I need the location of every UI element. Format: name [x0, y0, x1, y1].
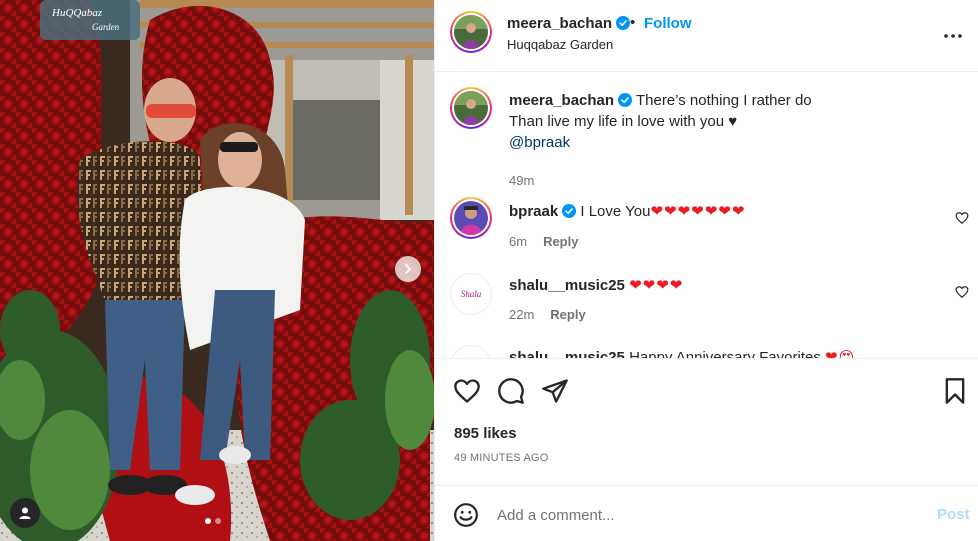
follow-button[interactable]: Follow — [644, 15, 692, 32]
comment-composer: Post — [435, 485, 978, 541]
verified-badge-icon — [618, 93, 633, 107]
avatar-image — [454, 15, 488, 49]
emoji-icon[interactable] — [453, 502, 479, 528]
post-actions: 895 likes 49 MINUTES AGO — [435, 358, 978, 488]
share-icon[interactable] — [541, 377, 569, 405]
avatar-logo: Shalu — [460, 289, 482, 299]
like-comment-heart-icon[interactable] — [955, 211, 969, 225]
avatar-image — [454, 91, 488, 125]
reply-button[interactable]: Reply — [550, 307, 585, 322]
likes-count[interactable]: 895 likes — [454, 425, 517, 442]
svg-text:Garden: Garden — [92, 22, 120, 32]
comments-list[interactable]: meera_bachan There’s nothing I rather do… — [435, 73, 978, 358]
comment-meta: 22m Reply — [509, 307, 586, 322]
comment-body: I Love You — [580, 203, 651, 220]
garden-sign: HuQQabaz Garden — [40, 0, 140, 40]
more-options-icon[interactable] — [941, 24, 965, 48]
post-photo[interactable]: HuQQabaz Garden — [0, 0, 434, 541]
avatar-image — [454, 201, 488, 235]
caption-text: meera_bachan There’s nothing I rather do… — [509, 90, 812, 153]
tagged-users-button[interactable] — [10, 498, 40, 528]
svg-text:HuQQabaz: HuQQabaz — [51, 7, 103, 19]
heart-icon[interactable] — [453, 377, 481, 405]
caption-line2: Than live my life in love with you ♥ — [509, 113, 738, 130]
reply-button[interactable]: Reply — [543, 234, 578, 249]
comment-avatar[interactable] — [450, 197, 492, 239]
header-separator: • — [630, 14, 636, 31]
comment-input[interactable] — [497, 503, 917, 527]
caption-line1: There’s nothing I rather do — [635, 92, 812, 109]
comment-text: shalu__music25 Happy Anniversary Favorit… — [509, 347, 855, 358]
carousel-dot — [215, 518, 221, 524]
comment-text: bpraak I Love You❤❤❤❤❤❤❤ — [509, 201, 745, 222]
comment-username[interactable]: shalu__music25 — [509, 349, 625, 358]
like-comment-heart-icon[interactable] — [955, 285, 969, 299]
comment-avatar[interactable]: Shalu — [450, 273, 492, 315]
bookmark-icon[interactable] — [941, 377, 969, 405]
author-avatar[interactable] — [450, 11, 492, 53]
verified-badge-icon — [562, 204, 577, 218]
comment-username[interactable]: shalu__music25 — [509, 277, 625, 294]
caption-meta: 49m — [509, 173, 534, 188]
comment-icon[interactable] — [497, 377, 525, 405]
comment-body: Happy Anniversary Favorites — [629, 349, 821, 358]
comment-hearts: ❤😍 — [825, 349, 856, 358]
caption-time[interactable]: 49m — [509, 173, 534, 188]
photo-scene: HuQQabaz Garden — [0, 0, 434, 541]
carousel-dot — [205, 518, 211, 524]
post-header: meera_bachan • Follow Huqqabaz Garden — [435, 0, 978, 72]
comment-text: shalu__music25 ❤❤❤❤ — [509, 275, 683, 296]
comment-time[interactable]: 22m — [509, 307, 534, 322]
comment-meta: 6m Reply — [509, 234, 578, 249]
caption-mention[interactable]: @bpraak — [509, 134, 570, 151]
author-username-text[interactable]: meera_bachan — [507, 15, 612, 32]
chevron-right-icon — [405, 264, 412, 274]
posted-time[interactable]: 49 MINUTES AGO — [454, 452, 549, 464]
comment-hearts: ❤❤❤❤ — [629, 277, 684, 294]
verified-badge-icon — [616, 16, 631, 30]
instagram-post: HuQQabaz Garden meera_bachan • Follow Hu… — [0, 0, 978, 541]
caption-avatar[interactable] — [450, 87, 492, 129]
caption-username[interactable]: meera_bachan — [509, 92, 614, 109]
comment-avatar[interactable] — [450, 345, 492, 358]
carousel-indicator — [205, 518, 221, 524]
comment-time[interactable]: 6m — [509, 234, 527, 249]
post-comment-button[interactable]: Post — [937, 506, 970, 523]
next-photo-button[interactable] — [395, 256, 421, 282]
comment-hearts: ❤❤❤❤❤❤❤ — [650, 203, 746, 220]
post-location[interactable]: Huqqabaz Garden — [507, 37, 613, 52]
post-side-panel: meera_bachan • Follow Huqqabaz Garden me… — [434, 0, 978, 541]
comment-username[interactable]: bpraak — [509, 203, 558, 220]
person-icon — [19, 507, 31, 519]
author-username[interactable]: meera_bachan — [507, 15, 631, 32]
